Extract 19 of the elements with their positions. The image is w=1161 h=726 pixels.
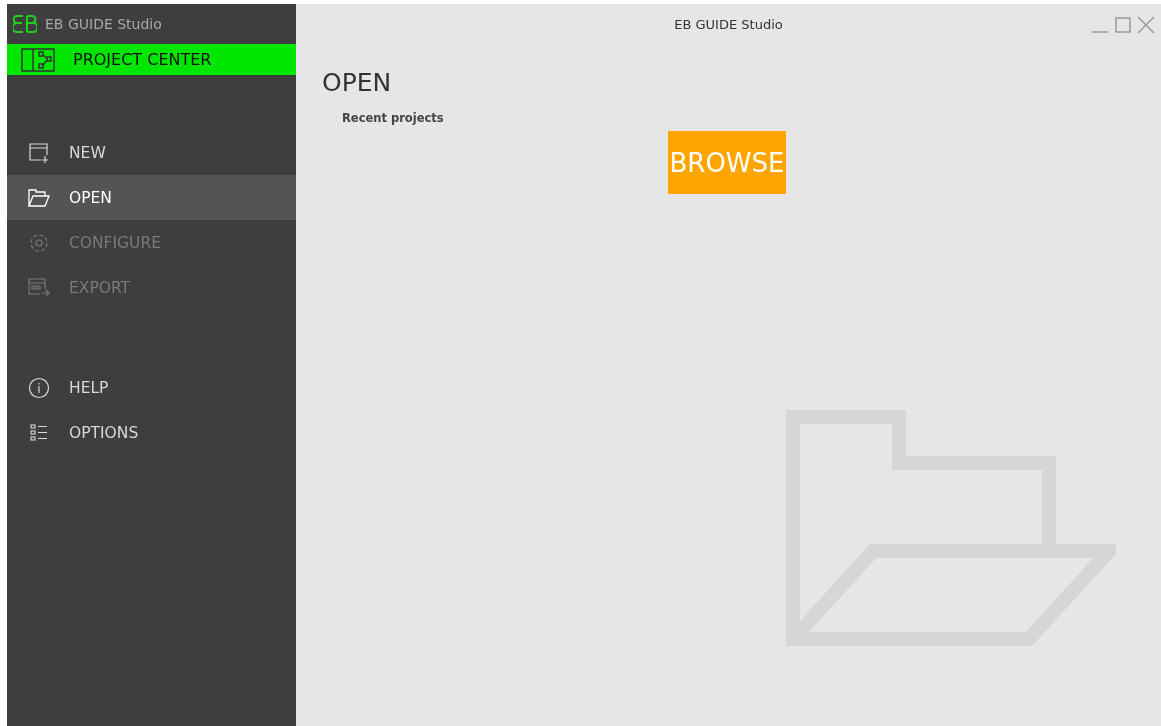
- app-title: EB GUIDE Studio: [45, 16, 162, 32]
- maximize-icon[interactable]: [1115, 17, 1131, 33]
- sidebar-item[interactable]: NEW: [7, 130, 296, 175]
- logo-icon: [13, 14, 37, 34]
- sidebar-item[interactable]: HELP: [7, 365, 296, 410]
- section-label: Recent projects: [342, 111, 444, 125]
- new-window-icon: [28, 141, 50, 164]
- sidebar-item[interactable]: OPTIONS: [7, 410, 296, 455]
- project-center-bar[interactable]: PROJECT CENTER: [7, 44, 296, 75]
- list-icon: [29, 422, 49, 443]
- project-icon: [21, 47, 55, 72]
- sidebar-item[interactable]: OPEN: [7, 175, 296, 220]
- export-icon: [28, 276, 50, 299]
- info-icon: [28, 376, 50, 399]
- folder-icon: [28, 188, 50, 207]
- settings-icon: [28, 231, 50, 254]
- page-heading: OPEN: [322, 68, 392, 97]
- window-title: EB GUIDE Studio: [674, 16, 783, 32]
- close-icon[interactable]: [1137, 16, 1155, 34]
